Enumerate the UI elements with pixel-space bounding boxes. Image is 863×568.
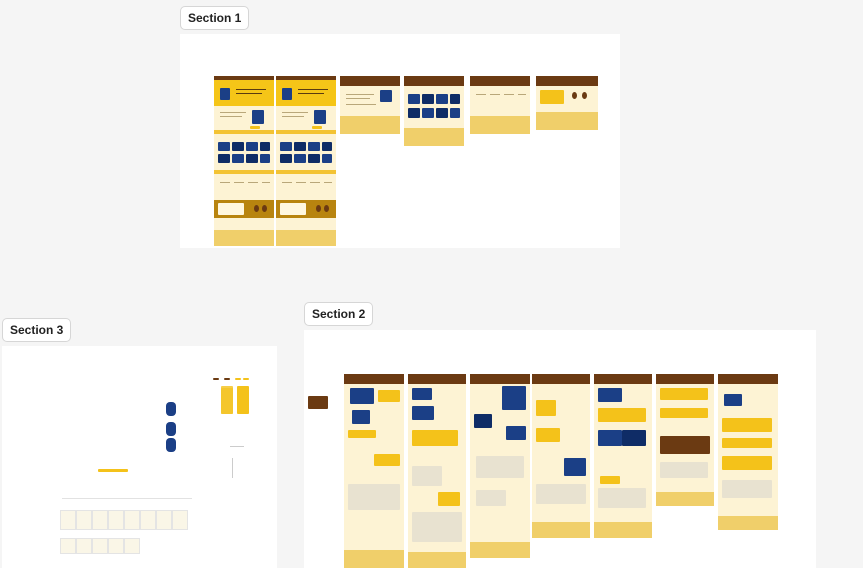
s3-item-2[interactable] [76,510,92,530]
s3-item-1[interactable] [60,510,76,530]
section-3[interactable] [2,346,277,568]
s3-swatch-row [98,469,128,472]
logo-thumb[interactable] [308,396,328,409]
s3-item-6[interactable] [140,510,156,530]
s3-item-11[interactable] [92,538,108,554]
s3-thumb-b[interactable] [224,378,230,380]
frame-gallery[interactable] [404,76,464,146]
frame-landing-a[interactable] [214,76,274,246]
section-1-label[interactable]: Section 1 [180,6,250,30]
section-1[interactable] [180,34,620,248]
frame-services[interactable] [470,76,530,134]
section-2[interactable] [304,330,816,568]
s3-item-5[interactable] [124,510,140,530]
frame-s2-6[interactable] [656,374,714,506]
frame-s2-2[interactable] [408,374,466,568]
frame-s2-5[interactable] [594,374,652,538]
s3-item-8[interactable] [172,510,188,530]
s3-figure-1 [166,402,176,416]
s3-figure-3 [166,438,176,452]
section-2-label[interactable]: Section 2 [304,302,374,326]
s3-item-7[interactable] [156,510,172,530]
section-3-label[interactable]: Section 3 [2,318,72,342]
s3-item-4[interactable] [108,510,124,530]
s3-item-9[interactable] [60,538,76,554]
frame-landing-b[interactable] [276,76,336,246]
s3-item-10[interactable] [76,538,92,554]
s3-item-3[interactable] [92,510,108,530]
frame-s2-7[interactable] [718,374,778,530]
s3-card-3[interactable] [221,388,233,414]
frame-contact[interactable] [536,76,598,130]
frame-s2-4[interactable] [532,374,590,538]
frame-about[interactable] [340,76,400,134]
s3-item-12[interactable] [108,538,124,554]
s3-thumb-a[interactable] [213,378,219,380]
s3-item-13[interactable] [124,538,140,554]
s3-divider [62,498,192,499]
frame-s2-1[interactable] [344,374,404,568]
s3-thumb-c[interactable] [235,378,241,380]
s3-thumb-d[interactable] [243,378,249,380]
s3-card-2[interactable] [237,386,249,414]
s3-figure-2 [166,422,176,436]
frame-s2-3[interactable] [470,374,530,558]
